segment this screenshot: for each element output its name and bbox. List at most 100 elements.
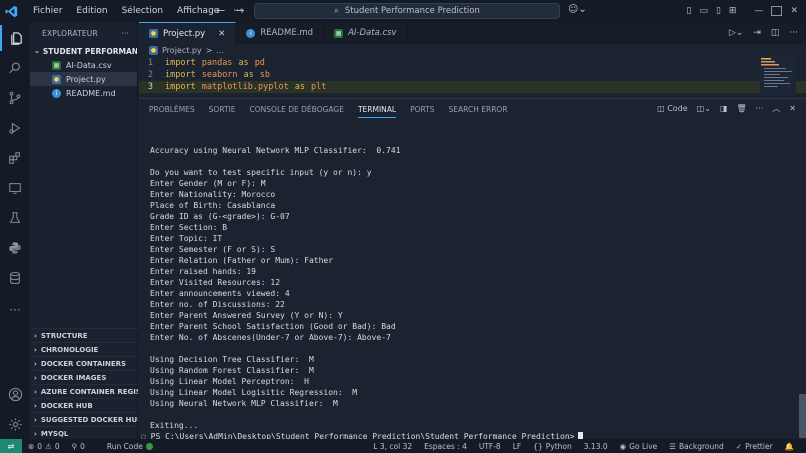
section-suggested-docker-hub[interactable]: ›SUGGESTED DOCKER HUB ... (30, 412, 138, 426)
split-terminal-icon[interactable]: ◨ (720, 104, 728, 113)
ports-status[interactable]: ⚲ 0 (66, 442, 91, 451)
module-name: pandas (201, 58, 233, 68)
new-terminal-icon[interactable]: ◫⌄ (697, 104, 711, 113)
run-code-button[interactable]: Run Code (101, 442, 159, 451)
terminal-line: Do you want to test specific input (y or… (150, 168, 372, 177)
section-mysql[interactable]: › MYSQL (30, 426, 138, 440)
go-live-button[interactable]: ◉ Go Live (614, 442, 664, 451)
section-label: CHRONOLOGIE (40, 345, 99, 354)
background-button[interactable]: ☰ Background (663, 442, 729, 451)
end-of-line[interactable]: LF (507, 442, 528, 451)
file-item-label: Project.py (66, 74, 106, 84)
prettier-button[interactable]: ✓ Prettier (730, 442, 779, 451)
encoding[interactable]: UTF-8 (473, 442, 507, 451)
menu-selection[interactable]: Sélection (115, 0, 170, 22)
code-line-current[interactable]: 3 import matplotlib.pyplot as plt (139, 81, 806, 93)
prettier-label: Prettier (745, 441, 773, 451)
tab-search-error[interactable]: SEARCH ERROR (449, 105, 508, 114)
chevron-down-icon: ⌄ (34, 47, 40, 55)
back-arrow-icon[interactable]: ← (216, 0, 225, 22)
close-tab-icon[interactable]: ✕ (218, 29, 225, 39)
terminal-line: Enter no. of Discussions: 22 (150, 300, 285, 309)
section-label: AZURE CONTAINER REGIS... (40, 387, 138, 396)
keyword: as (238, 58, 249, 68)
settings-gear-icon[interactable] (0, 411, 30, 437)
navigation-arrows: ← → (216, 0, 244, 22)
explorer-icon[interactable] (0, 25, 30, 51)
cursor-position[interactable]: L 3, col 32 (367, 442, 418, 451)
info-file-icon: i (246, 28, 256, 38)
tab-ports[interactable]: PORTS (410, 105, 434, 114)
tab-readme-md[interactable]: i README.md (236, 22, 325, 44)
problems-status[interactable]: ⊗ 0 ⚠ 0 (22, 442, 66, 451)
workspace-folder-label: STUDENT PERFORMANCE ... (42, 46, 137, 56)
more-actions-icon[interactable]: ··· (789, 22, 798, 44)
python-icon[interactable] (0, 235, 30, 261)
tab-debug-console[interactable]: CONSOLE DE DÉBOGAGE (250, 105, 344, 114)
python-version[interactable]: 3.13.0 (578, 442, 614, 451)
code-line[interactable]: 2 import seaborn as sb (139, 69, 806, 81)
run-file-icon[interactable]: ▷⌄ (729, 22, 743, 44)
terminal-line: Exiting... (150, 421, 199, 430)
section-docker-hub[interactable]: › DOCKER HUB (30, 398, 138, 412)
workspace-folder[interactable]: ⌄ STUDENT PERFORMANCE ... (30, 44, 137, 58)
file-item-ai-data[interactable]: ▦ AI-Data.csv (30, 58, 137, 72)
breadcrumb-file[interactable]: Project.py (162, 46, 202, 55)
remote-explorer-icon[interactable] (0, 175, 30, 201)
terminal-line: Enter Parent School Satisfaction (Good o… (150, 322, 396, 331)
account-icon[interactable] (0, 381, 30, 407)
terminal-line: Enter announcements viewed: 4 (150, 289, 290, 298)
menu-file[interactable]: Fichier (26, 0, 69, 22)
minimap[interactable] (760, 56, 796, 96)
search-icon[interactable] (0, 55, 30, 81)
tab-label: README.md (260, 28, 314, 38)
terminal-profile-button[interactable]: ◫ Code (657, 104, 688, 113)
file-item-readme[interactable]: i README.md (30, 86, 137, 100)
section-docker-images[interactable]: › DOCKER IMAGES (30, 370, 138, 384)
alias-name: plt (310, 82, 327, 92)
csv-file-icon: ▦ (334, 28, 344, 38)
code-line[interactable]: 1 import pandas as pd (139, 57, 806, 69)
tab-output[interactable]: SORTIE (209, 105, 236, 114)
more-views-icon[interactable]: ··· (0, 297, 30, 323)
section-structure[interactable]: › STRUCTURE (30, 328, 138, 342)
split-editor-icon[interactable]: ◫ (771, 22, 780, 44)
remote-indicator-icon[interactable]: ⇌ (0, 439, 22, 453)
terminal-line: Enter raised hands: 19 (150, 267, 256, 276)
tab-problems[interactable]: PROBLÈMES (149, 105, 195, 114)
section-timeline[interactable]: › CHRONOLOGIE (30, 342, 138, 356)
code-editor[interactable]: ● Project.py > ... 1 import pandas as pd… (139, 44, 806, 98)
keyword: import (165, 58, 196, 68)
indentation[interactable]: Espaces : 4 (418, 442, 473, 451)
forward-arrow-icon[interactable]: → (235, 0, 244, 22)
section-docker-containers[interactable]: › DOCKER CONTAINERS (30, 356, 138, 370)
chevron-right-icon: › (34, 373, 37, 382)
breadcrumb-symbol[interactable]: ... (216, 46, 224, 55)
tab-project-py[interactable]: ● Project.py ✕ (139, 22, 237, 44)
tab-ai-data-csv[interactable]: ▦ AI-Data.csv (324, 22, 408, 44)
testing-icon[interactable] (0, 205, 30, 231)
terminal-scrollbar[interactable] (799, 394, 806, 438)
copilot-icon[interactable]: ☺⌄ (568, 4, 587, 15)
tab-terminal[interactable]: TERMINAL (357, 101, 397, 118)
extensions-icon[interactable] (0, 145, 30, 171)
more-actions-icon[interactable]: ··· (756, 104, 764, 113)
trash-icon[interactable]: 🗑 (737, 104, 747, 113)
database-icon[interactable] (0, 265, 30, 291)
close-panel-icon[interactable]: ✕ (789, 104, 796, 113)
source-control-icon[interactable] (0, 85, 30, 111)
terminal-line: Enter Visited Resources: 12 (150, 278, 281, 287)
run-debug-icon[interactable] (0, 115, 30, 141)
maximize-panel-icon[interactable]: ︿ (772, 103, 780, 114)
terminal-output[interactable]: Accuracy using Neural Network MLP Classi… (141, 145, 584, 442)
keyword: as (294, 82, 305, 92)
notifications-bell-icon[interactable]: 🔔 (779, 442, 800, 451)
open-changes-icon[interactable]: ⇥ (753, 22, 761, 44)
language-mode[interactable]: {} Python (527, 442, 578, 451)
menu-edit[interactable]: Edition (69, 0, 114, 22)
command-center-label: Student Performance Prediction (344, 6, 480, 16)
explorer-more-button[interactable]: ··· (121, 29, 129, 38)
file-item-project[interactable]: ● Project.py (30, 72, 137, 86)
section-azure-registry[interactable]: ›AZURE CONTAINER REGIS... (30, 384, 138, 398)
command-center-search[interactable]: ⌕ Student Performance Prediction (254, 3, 560, 19)
